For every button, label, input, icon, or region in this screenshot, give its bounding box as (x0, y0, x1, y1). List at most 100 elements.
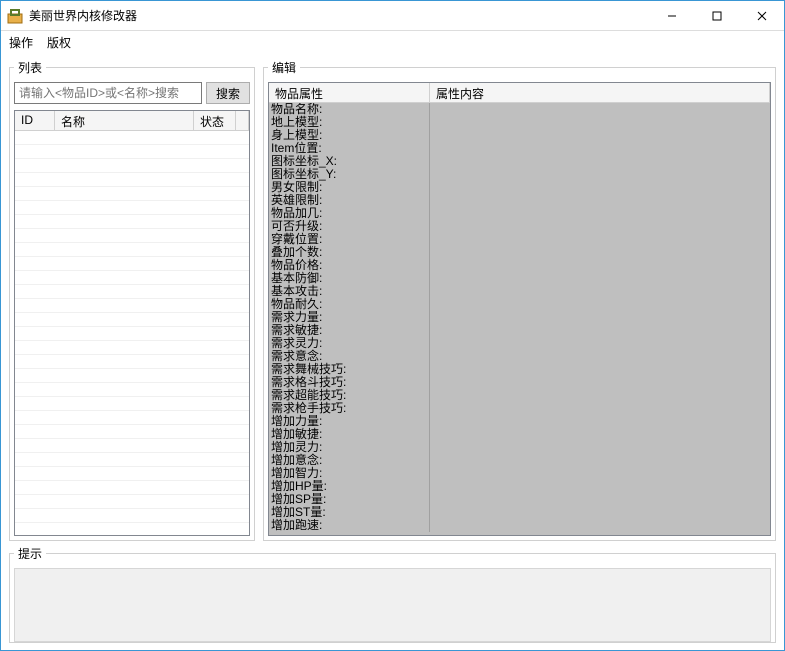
list-row[interactable] (15, 355, 249, 369)
list-row[interactable] (15, 271, 249, 285)
property-value[interactable] (429, 194, 770, 207)
property-value[interactable] (429, 350, 770, 363)
property-row[interactable]: 增加力量: (269, 415, 770, 428)
property-value[interactable] (429, 155, 770, 168)
search-button[interactable]: 搜索 (206, 82, 250, 104)
property-row[interactable]: 地上模型: (269, 116, 770, 129)
property-row[interactable]: 增加意念: (269, 454, 770, 467)
property-value[interactable] (429, 311, 770, 324)
property-value[interactable] (429, 493, 770, 506)
property-row[interactable]: 图标坐标_X: (269, 155, 770, 168)
list-row[interactable] (15, 383, 249, 397)
list-row[interactable] (15, 495, 249, 509)
list-row[interactable] (15, 187, 249, 201)
list-row[interactable] (15, 299, 249, 313)
property-row[interactable]: 增加SP量: (269, 493, 770, 506)
search-input[interactable] (14, 82, 202, 104)
property-row[interactable]: 需求力量: (269, 311, 770, 324)
list-row[interactable] (15, 425, 249, 439)
property-value[interactable] (429, 506, 770, 519)
list-row[interactable] (15, 313, 249, 327)
list-row[interactable] (15, 215, 249, 229)
col-val[interactable]: 属性内容 (430, 83, 770, 103)
property-row[interactable]: 叠加个数: (269, 246, 770, 259)
list-row[interactable] (15, 509, 249, 523)
property-value[interactable] (429, 181, 770, 194)
property-row[interactable]: 物品耐久: (269, 298, 770, 311)
list-row[interactable] (15, 173, 249, 187)
property-row[interactable]: 需求敏捷: (269, 324, 770, 337)
property-value[interactable] (429, 103, 770, 116)
list-row[interactable] (15, 159, 249, 173)
property-row[interactable]: 增加ST量: (269, 506, 770, 519)
property-value[interactable] (429, 246, 770, 259)
list-row[interactable] (15, 229, 249, 243)
col-attr[interactable]: 物品属性 (269, 83, 430, 103)
list-row[interactable] (15, 341, 249, 355)
property-row[interactable]: 身上模型: (269, 129, 770, 142)
property-value[interactable] (429, 207, 770, 220)
list-row[interactable] (15, 131, 249, 145)
list-row[interactable] (15, 467, 249, 481)
property-value[interactable] (429, 467, 770, 480)
maximize-button[interactable] (694, 1, 739, 30)
list-row[interactable] (15, 523, 249, 535)
property-row[interactable]: Item位置: (269, 142, 770, 155)
property-row[interactable]: 物品加几: (269, 207, 770, 220)
property-value[interactable] (429, 363, 770, 376)
property-row[interactable]: 物品价格: (269, 259, 770, 272)
property-row[interactable]: 可否升级: (269, 220, 770, 233)
property-value[interactable] (429, 259, 770, 272)
list-row[interactable] (15, 397, 249, 411)
property-value[interactable] (429, 233, 770, 246)
property-value[interactable] (429, 389, 770, 402)
minimize-button[interactable] (649, 1, 694, 30)
property-row[interactable]: 增加跑速: (269, 519, 770, 532)
property-value[interactable] (429, 129, 770, 142)
property-row[interactable]: 基本防御: (269, 272, 770, 285)
property-value[interactable] (429, 441, 770, 454)
property-value[interactable] (429, 220, 770, 233)
list-body[interactable] (15, 131, 249, 535)
property-row[interactable]: 需求枪手技巧: (269, 402, 770, 415)
property-value[interactable] (429, 454, 770, 467)
property-value[interactable] (429, 116, 770, 129)
list-row[interactable] (15, 453, 249, 467)
col-name[interactable]: 名称 (55, 111, 194, 130)
list-row[interactable] (15, 411, 249, 425)
col-id[interactable]: ID (15, 111, 55, 130)
property-value[interactable] (429, 519, 770, 532)
property-value[interactable] (429, 428, 770, 441)
property-value[interactable] (429, 298, 770, 311)
property-row[interactable]: 图标坐标_Y: (269, 168, 770, 181)
property-row[interactable]: 男女限制: (269, 181, 770, 194)
property-value[interactable] (429, 168, 770, 181)
list-row[interactable] (15, 327, 249, 341)
list-row[interactable] (15, 201, 249, 215)
property-value[interactable] (429, 285, 770, 298)
list-row[interactable] (15, 369, 249, 383)
close-button[interactable] (739, 1, 784, 30)
list-row[interactable] (15, 145, 249, 159)
menu-copyright[interactable]: 版权 (47, 34, 71, 51)
property-row[interactable]: 增加智力: (269, 467, 770, 480)
property-row[interactable]: 穿戴位置: (269, 233, 770, 246)
property-row[interactable]: 增加HP量: (269, 480, 770, 493)
list-row[interactable] (15, 243, 249, 257)
property-row[interactable]: 增加敏捷: (269, 428, 770, 441)
property-value[interactable] (429, 142, 770, 155)
property-value[interactable] (429, 376, 770, 389)
property-row[interactable]: 英雄限制: (269, 194, 770, 207)
property-value[interactable] (429, 480, 770, 493)
property-value[interactable] (429, 402, 770, 415)
property-value[interactable] (429, 337, 770, 350)
hint-textarea[interactable] (14, 568, 771, 642)
list-row[interactable] (15, 285, 249, 299)
property-row[interactable]: 物品名称: (269, 103, 770, 116)
property-value[interactable] (429, 272, 770, 285)
list-row[interactable] (15, 439, 249, 453)
property-value[interactable] (429, 415, 770, 428)
list-row[interactable] (15, 257, 249, 271)
property-value[interactable] (429, 324, 770, 337)
col-status[interactable]: 状态 (194, 111, 236, 130)
